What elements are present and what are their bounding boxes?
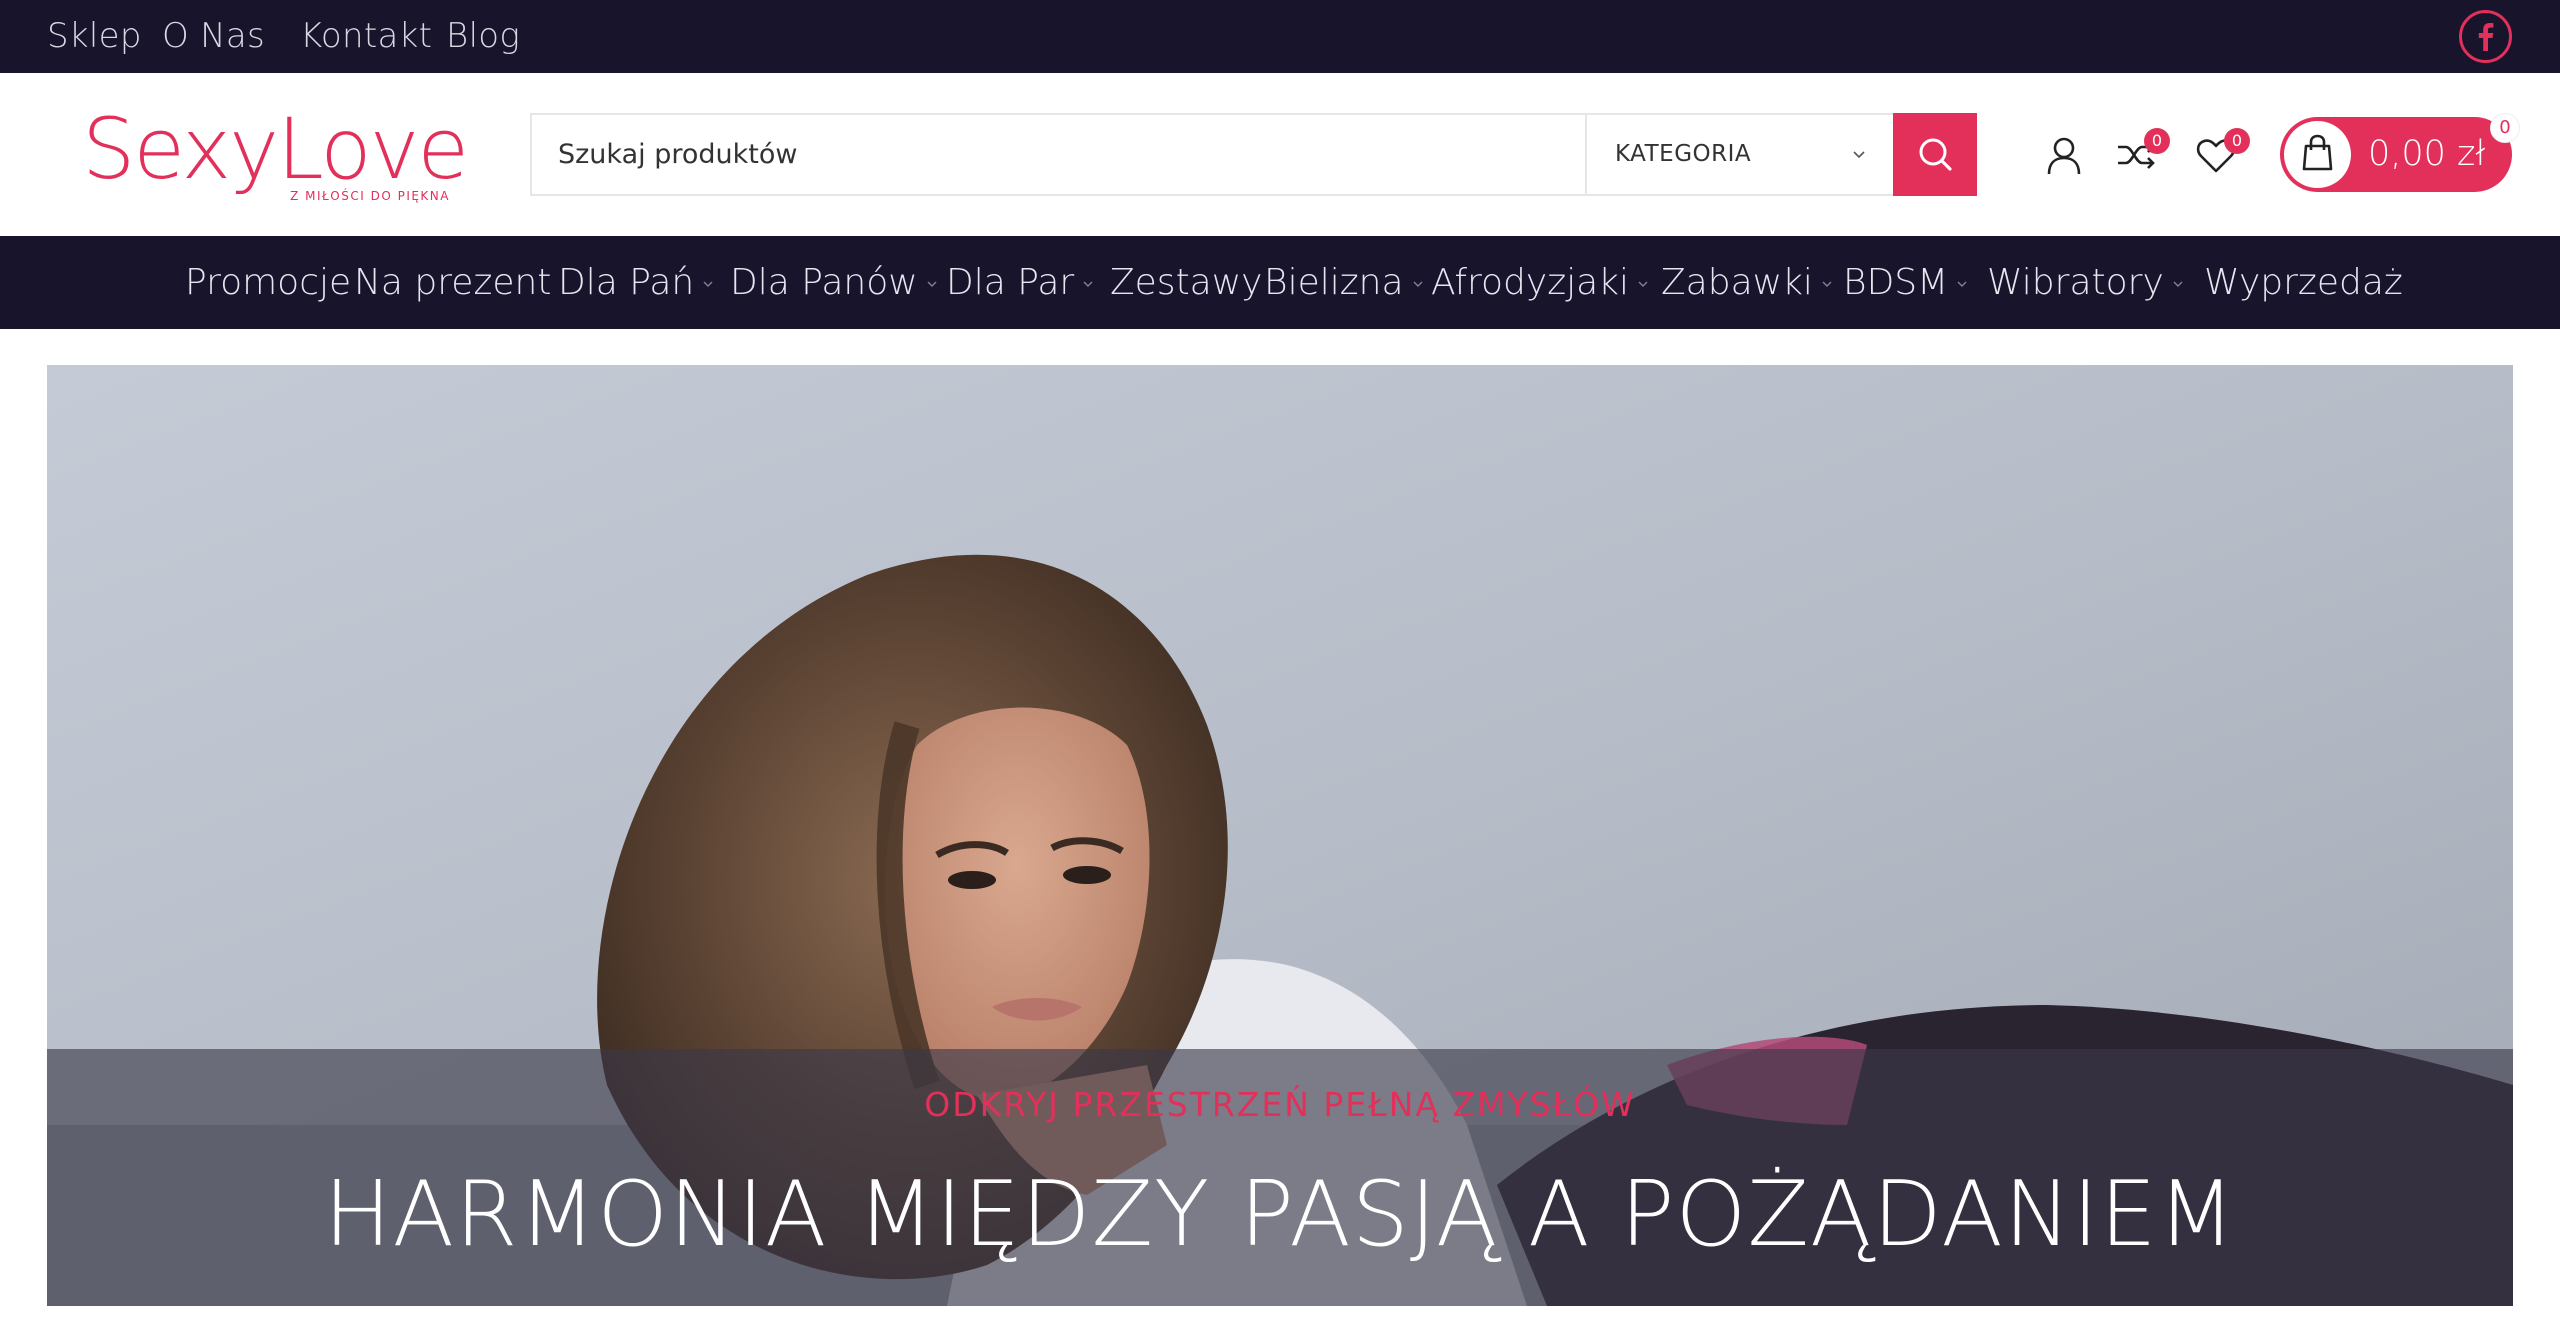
- nav-item-label: Dla Par: [946, 262, 1075, 303]
- hero-banner[interactable]: ODKRYJ PRZESTRZEŃ PEŁNĄ ZMYSŁÓW HARMONIA…: [47, 365, 2513, 1306]
- chevron-down-icon: [1822, 281, 1832, 287]
- nav-item-bdsm[interactable]: BDSM: [1843, 236, 1968, 329]
- shopping-bag-icon: [2302, 134, 2333, 171]
- search-button[interactable]: [1893, 113, 1977, 196]
- chevron-down-icon: [1853, 151, 1865, 159]
- nav-item-wyprzedaz[interactable]: Wyprzedaż: [2204, 236, 2403, 329]
- nav-item-afrodyzjaki[interactable]: Afrodyzjaki: [1431, 236, 1649, 329]
- nav-item-label: Promocje: [185, 262, 352, 303]
- nav-item-label: Zabawki: [1661, 262, 1813, 303]
- nav-item-label: Dla Pań: [558, 262, 695, 303]
- compare-count-badge: 0: [2144, 128, 2170, 154]
- nav-item-label: BDSM: [1843, 262, 1949, 303]
- nav-item-label: Afrodyzjaki: [1431, 262, 1630, 303]
- nav-item-dla-panow[interactable]: Dla Panów: [730, 236, 938, 329]
- account-button[interactable]: [2036, 127, 2092, 183]
- user-icon: [2047, 137, 2081, 175]
- search-icon: [1919, 138, 1952, 171]
- nav-item-label: Zestawy: [1110, 262, 1263, 303]
- nav-item-zabawki[interactable]: Zabawki: [1661, 236, 1833, 329]
- nav-item-promocje[interactable]: Promocje: [185, 236, 351, 329]
- cart-count-badge: 0: [2490, 113, 2520, 143]
- chevron-down-icon: [1638, 281, 1648, 287]
- nav-item-label: Wyprzedaż: [2204, 262, 2403, 303]
- hero-title: HARMONIA MIĘDZY PASJĄ A POŻĄDANIEM: [323, 1162, 2237, 1267]
- nav-item-label: Bielizna: [1264, 262, 1404, 303]
- nav-item-label: Na prezent: [354, 262, 552, 303]
- facebook-icon[interactable]: [2459, 10, 2512, 63]
- nav-item-dla-pan[interactable]: Dla Pań: [558, 236, 714, 329]
- logo-tagline: Z MIŁOŚCI DO PIĘKNA: [290, 189, 450, 203]
- hero-kicker: ODKRYJ PRZESTRZEŃ PEŁNĄ ZMYSŁÓW: [924, 1085, 1636, 1124]
- topbar-link-blog[interactable]: Blog: [446, 0, 520, 73]
- nav-item-na-prezent[interactable]: Na prezent: [354, 236, 551, 329]
- nav-item-dla-par[interactable]: Dla Par: [946, 236, 1094, 329]
- topbar-link-kontakt[interactable]: Kontakt: [300, 0, 432, 73]
- cart-bag: [2284, 121, 2351, 188]
- logo-wordmark: SexyLove: [82, 100, 469, 198]
- wishlist-count-badge: 0: [2224, 128, 2250, 154]
- nav-item-zestawy[interactable]: Zestawy: [1110, 236, 1263, 329]
- chevron-down-icon: [1413, 281, 1422, 287]
- chevron-down-icon: [703, 281, 713, 287]
- chevron-down-icon: [1083, 281, 1093, 287]
- nav-item-label: Wibratory: [1987, 262, 2164, 303]
- site-logo[interactable]: SexyLove Z MIŁOŚCI DO PIĘKNA: [82, 101, 469, 213]
- topbar-link-sklep[interactable]: Sklep: [47, 0, 142, 73]
- topbar-link-o-nas[interactable]: O Nas: [162, 0, 265, 73]
- search-input[interactable]: [532, 115, 1584, 194]
- cart-total: 0,00 zł: [2368, 134, 2486, 174]
- cart-button[interactable]: 0,00 zł: [2280, 117, 2512, 192]
- category-select[interactable]: KATEGORIA: [1585, 115, 1893, 194]
- chevron-down-icon: [927, 281, 937, 287]
- main-navigation: Promocje Na prezent Dla Pań Dla Panów Dl…: [0, 236, 2560, 329]
- search-form: KATEGORIA: [530, 113, 1977, 196]
- top-bar: Sklep O Nas Kontakt Blog: [0, 0, 2560, 73]
- nav-item-bielizna[interactable]: Bielizna: [1264, 236, 1424, 329]
- category-select-label: KATEGORIA: [1615, 141, 1752, 167]
- chevron-down-icon: [1957, 281, 1967, 287]
- chevron-down-icon: [2173, 281, 2183, 287]
- nav-item-label: Dla Panów: [730, 262, 918, 303]
- nav-item-wibratory[interactable]: Wibratory: [1987, 236, 2184, 329]
